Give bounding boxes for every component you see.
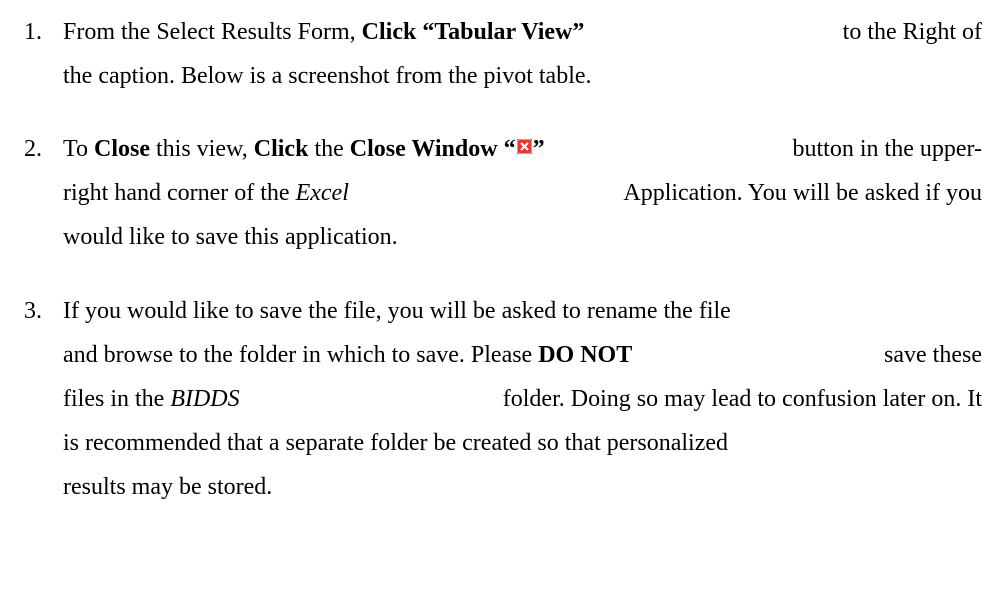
text-run: files in the [63, 386, 171, 412]
text-run: folder. Doing so may lead to confusion l… [502, 386, 982, 412]
text-run: If you would like to save the file, you … [63, 298, 731, 324]
bold-text: Close [93, 136, 150, 162]
text-run: From the Select Results Form, [63, 19, 362, 45]
bold-text: Click “Tabular View” [361, 19, 585, 45]
text-run: results may be stored. [63, 474, 273, 500]
text-run: and browse to the folder in which to sav… [63, 342, 539, 368]
text-run: To [63, 136, 94, 162]
step-2-line-3: would like to save this application. [63, 215, 398, 259]
text-run: right hand corner of the [63, 180, 296, 206]
bold-text: Click [253, 136, 309, 162]
text-run: the caption. Below is a screenshot from … [63, 63, 592, 89]
text-run: this view, [149, 136, 254, 162]
text-run: is recommended that a separate folder be… [63, 430, 729, 456]
text-run: to the Right of [842, 19, 982, 45]
step-2-line-2: right hand corner of the Excel Applicati… [63, 171, 982, 215]
step-number: 2. [24, 136, 42, 162]
step-1-line-1: From the Select Results Form, Click “Tab… [63, 10, 982, 54]
step-1-line-2: the caption. Below is a screenshot from … [63, 54, 592, 98]
text-run: button in the upper- [792, 136, 982, 162]
bold-text: ” [532, 136, 545, 162]
italic-text: BIDDS [170, 386, 240, 412]
text-run: the [308, 136, 350, 162]
text: From the Select Results Form, Click “Tab… [63, 10, 584, 54]
text-run: Application. You will be asked if you [623, 180, 982, 206]
text-run: would like to save this application. [63, 224, 398, 250]
bold-text: Close Window “ [349, 136, 516, 162]
step-number: 1. [24, 19, 42, 45]
step-3-line-4: is recommended that a separate folder be… [63, 421, 728, 465]
step-3-line-2: and browse to the folder in which to sav… [63, 333, 982, 377]
step-3-line-1: If you would like to save the file, you … [63, 289, 731, 333]
step-2-line-1: To Close this view, Click the Close Wind… [63, 127, 982, 171]
text-run: save these [884, 342, 982, 368]
step-3-line-5: results may be stored. [63, 465, 272, 509]
step-3-line-3: files in the BIDDS folder. Doing so may … [63, 377, 982, 421]
bold-text: DO NOT [538, 342, 633, 368]
step-number: 3. [24, 298, 42, 324]
text: To Close this view, Click the Close Wind… [63, 127, 545, 171]
text: files in the BIDDS [63, 377, 240, 421]
text: and browse to the folder in which to sav… [63, 333, 632, 377]
close-window-icon [516, 139, 532, 154]
italic-text: Excel [295, 180, 349, 206]
text: right hand corner of the Excel [63, 171, 349, 215]
document-page: 1. From the Select Results Form, Click “… [0, 0, 982, 606]
